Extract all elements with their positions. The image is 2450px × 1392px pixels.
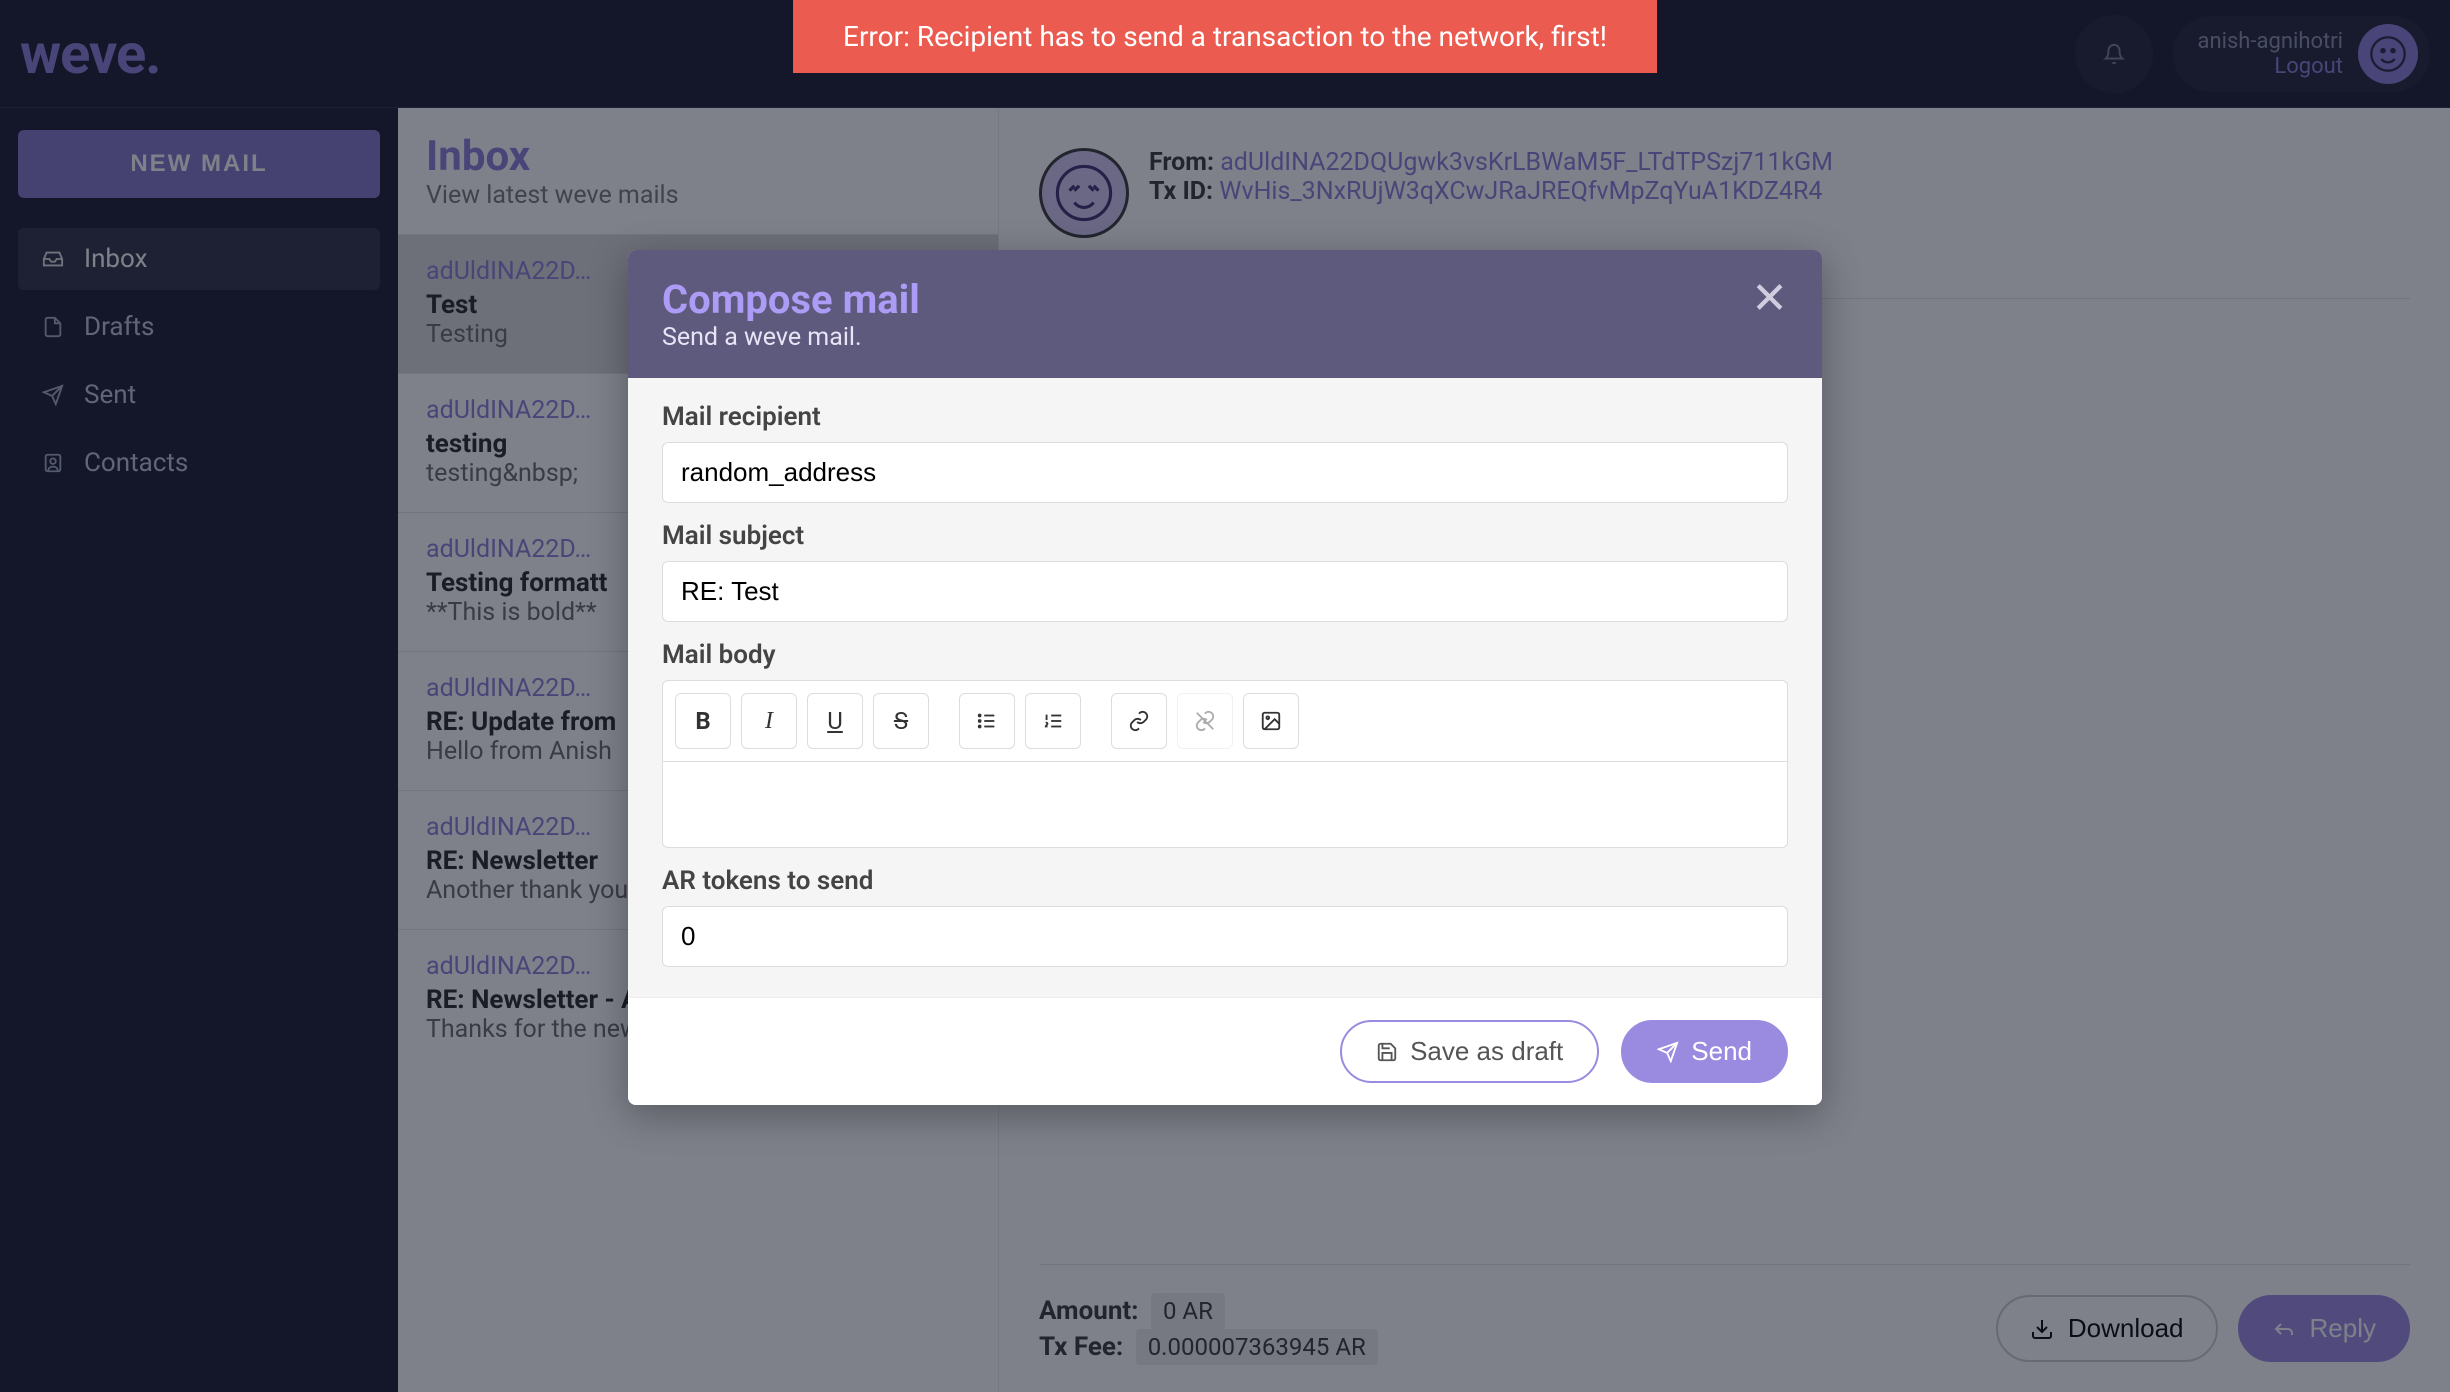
subject-label: Mail subject xyxy=(662,521,1788,551)
italic-icon: I xyxy=(765,708,773,735)
underline-button[interactable]: U xyxy=(807,693,863,749)
close-icon: ✕ xyxy=(1751,272,1788,324)
link-button[interactable] xyxy=(1111,693,1167,749)
link-icon xyxy=(1128,710,1150,732)
send-icon xyxy=(1657,1041,1679,1063)
image-icon xyxy=(1260,710,1282,732)
editor-toolbar: B I U S xyxy=(662,680,1788,762)
save-icon xyxy=(1376,1041,1398,1063)
modal-subtitle: Send a weve mail. xyxy=(662,323,920,352)
unlink-button xyxy=(1177,693,1233,749)
underline-icon: U xyxy=(827,707,843,735)
numbered-list-icon xyxy=(1042,710,1064,732)
modal-foot: Save as draft Send xyxy=(628,997,1822,1105)
recipient-input[interactable] xyxy=(662,442,1788,503)
numbered-list-button[interactable] xyxy=(1025,693,1081,749)
strikethrough-button[interactable]: S xyxy=(873,693,929,749)
bullet-list-icon xyxy=(976,710,998,732)
error-banner: Error: Recipient has to send a transacti… xyxy=(793,0,1657,73)
tokens-input[interactable] xyxy=(662,906,1788,967)
modal-body: Mail recipient Mail subject Mail body B … xyxy=(628,378,1822,997)
modal-head: Compose mail Send a weve mail. ✕ xyxy=(628,250,1822,378)
image-button[interactable] xyxy=(1243,693,1299,749)
italic-button[interactable]: I xyxy=(741,693,797,749)
body-editor[interactable] xyxy=(662,762,1788,848)
send-label: Send xyxy=(1691,1036,1752,1067)
subject-input[interactable] xyxy=(662,561,1788,622)
bullet-list-button[interactable] xyxy=(959,693,1015,749)
save-draft-label: Save as draft xyxy=(1410,1036,1563,1067)
send-button[interactable]: Send xyxy=(1621,1020,1788,1083)
save-draft-button[interactable]: Save as draft xyxy=(1340,1020,1599,1083)
recipient-label: Mail recipient xyxy=(662,402,1788,432)
compose-modal: Compose mail Send a weve mail. ✕ Mail re… xyxy=(628,250,1822,1105)
unlink-icon xyxy=(1194,710,1216,732)
bold-button[interactable]: B xyxy=(675,693,731,749)
modal-title: Compose mail xyxy=(662,276,920,323)
close-button[interactable]: ✕ xyxy=(1751,276,1788,320)
body-label: Mail body xyxy=(662,640,1788,670)
tokens-label: AR tokens to send xyxy=(662,866,1788,896)
strikethrough-icon: S xyxy=(894,707,908,735)
bold-icon: B xyxy=(695,707,710,735)
